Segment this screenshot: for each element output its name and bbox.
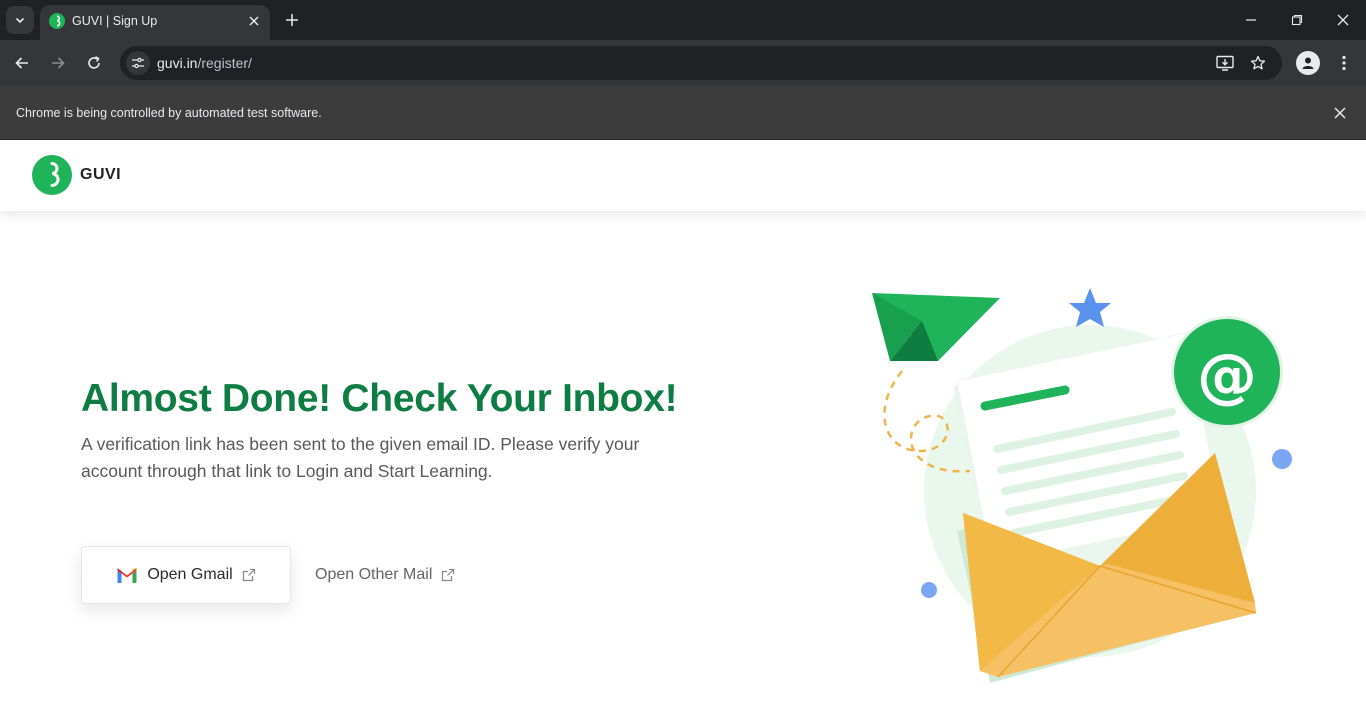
menu-icon: [1342, 55, 1346, 71]
blue-dot-right: [1272, 449, 1292, 469]
tune-icon: [132, 57, 144, 69]
close-icon: [1337, 14, 1349, 26]
blue-dot-left: [921, 582, 937, 598]
reload-button[interactable]: [82, 51, 106, 75]
external-link-icon: [442, 568, 455, 582]
tab-strip: GUVI | Sign Up: [0, 0, 1366, 40]
new-tab-button[interactable]: [282, 10, 302, 30]
back-button[interactable]: [10, 51, 34, 75]
install-app-button[interactable]: [1215, 53, 1235, 73]
install-app-icon: [1216, 55, 1234, 71]
tab-close-icon[interactable]: [246, 13, 262, 29]
close-icon: [1334, 107, 1346, 119]
reload-icon: [88, 56, 100, 69]
page-content: GUVI Almost Done! Check Your Inbox! A ve…: [0, 141, 1366, 727]
tab-search-button[interactable]: [6, 6, 34, 34]
site-header: GUVI: [0, 141, 1366, 211]
restore-icon: [1291, 14, 1303, 26]
infobar-text: Chrome is being controlled by automated …: [16, 106, 322, 120]
verification-message: A verification link has been sent to the…: [81, 434, 640, 481]
browser-toolbar: guvi.in/register/: [0, 40, 1366, 86]
tab-title: GUVI | Sign Up: [72, 14, 158, 28]
browser-window: GUVI | Sign Up guvi.in/register/ Chrome …: [0, 0, 1366, 727]
infobar-close-button[interactable]: [1330, 103, 1350, 123]
new-tab-icon: [286, 14, 298, 26]
guvi-favicon-icon: [49, 13, 65, 29]
restore-button[interactable]: [1285, 8, 1309, 32]
open-gmail-label: Open Gmail: [147, 566, 233, 583]
site-info-button[interactable]: [126, 51, 150, 75]
page-title: Almost Done! Check Your Inbox!: [81, 377, 678, 420]
url-text: guvi.in/register/: [157, 55, 252, 71]
url-path: /register/: [197, 55, 252, 71]
open-other-mail-link[interactable]: Open Other Mail: [315, 564, 455, 586]
brand-name[interactable]: GUVI: [80, 166, 121, 184]
url-host: guvi.in: [157, 55, 198, 71]
open-gmail-button[interactable]: Open Gmail: [81, 546, 291, 604]
guvi-logo-icon[interactable]: [32, 155, 72, 195]
external-link-icon: [242, 568, 255, 582]
star-icon: [1250, 55, 1266, 70]
chevron-down-icon: [15, 17, 25, 24]
forward-icon: [52, 57, 65, 69]
address-bar[interactable]: guvi.in/register/: [120, 46, 1282, 80]
gmail-icon: [117, 567, 137, 583]
star-icon: [1069, 288, 1111, 327]
open-other-mail-label: Open Other Mail: [315, 566, 433, 583]
minimize-icon: [1246, 19, 1256, 21]
chrome-menu-button[interactable]: [1334, 51, 1354, 75]
automation-infobar: Chrome is being controlled by automated …: [0, 86, 1366, 140]
forward-button[interactable]: [46, 51, 70, 75]
back-icon: [15, 57, 28, 69]
minimize-button[interactable]: [1239, 8, 1263, 32]
profile-button[interactable]: [1296, 51, 1320, 75]
bookmark-button[interactable]: [1248, 53, 1268, 73]
at-sign-icon: @: [1171, 316, 1283, 428]
paper-plane-icon: [872, 293, 1000, 361]
email-envelope-illustration: @: [872, 288, 1292, 683]
profile-icon: [1302, 57, 1314, 69]
active-tab[interactable]: GUVI | Sign Up: [40, 5, 270, 40]
close-window-button[interactable]: [1331, 8, 1355, 32]
svg-text:@: @: [1197, 341, 1257, 411]
